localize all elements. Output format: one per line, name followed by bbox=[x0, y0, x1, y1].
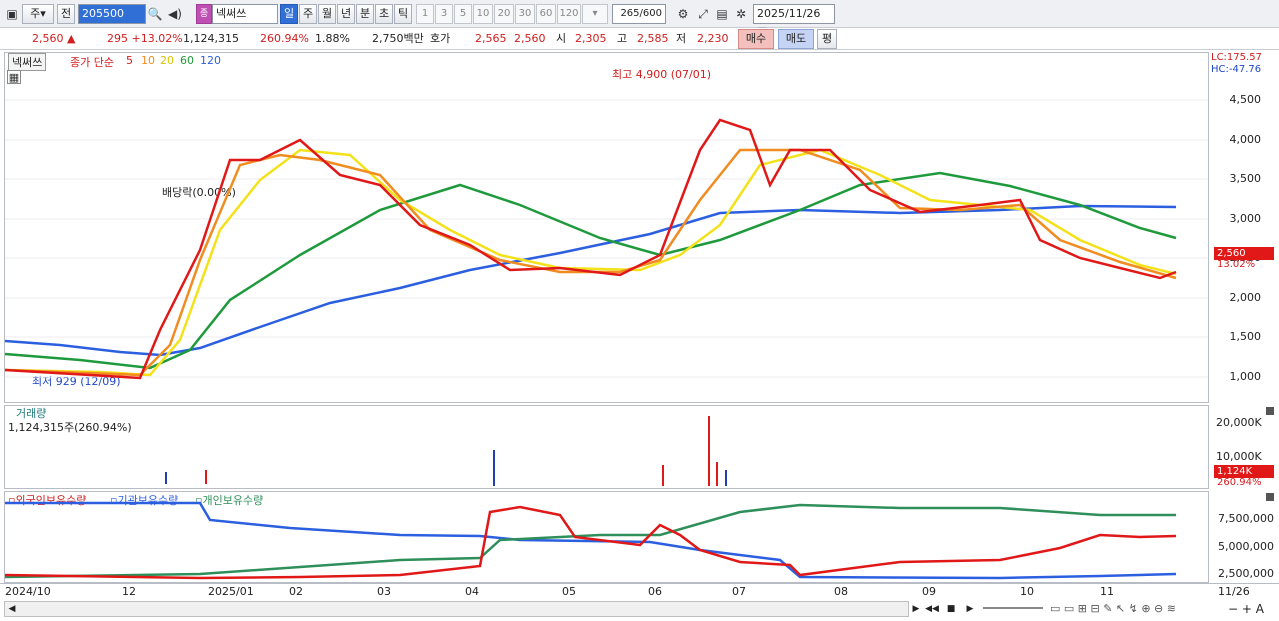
volume-bar bbox=[493, 450, 495, 486]
volume-bar bbox=[725, 470, 727, 486]
volume-bar bbox=[716, 462, 718, 486]
volume-bar bbox=[708, 416, 710, 486]
inst-line bbox=[5, 501, 1177, 580]
volume-bar bbox=[205, 470, 207, 484]
chart-canvas bbox=[4, 99, 1208, 580]
volume-bar bbox=[165, 472, 167, 484]
foreign-line bbox=[4, 505, 1177, 580]
ma120-line bbox=[4, 204, 1177, 357]
volume-bar bbox=[662, 465, 664, 486]
